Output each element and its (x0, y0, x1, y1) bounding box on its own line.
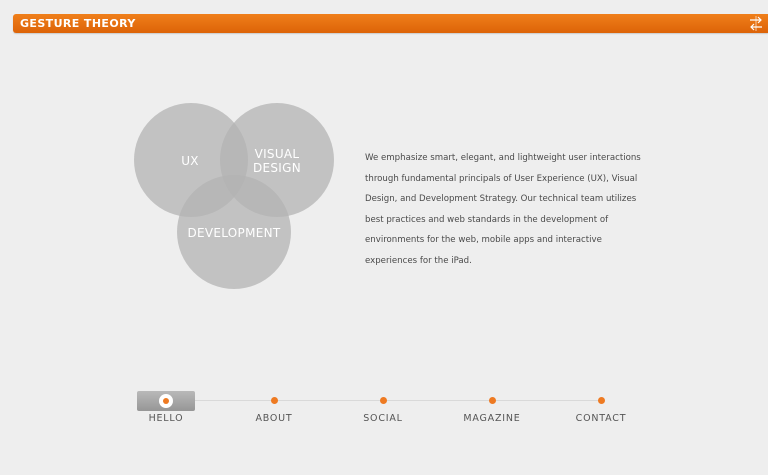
venn-label-ux: UX (181, 154, 199, 168)
venn-label-visual: VISUAL (255, 147, 300, 161)
intro-paragraph: We emphasize smart, elegant, and lightwe… (365, 153, 641, 266)
nav-item-about[interactable]: ABOUT (219, 392, 329, 432)
nav-item-social[interactable]: SOCIAL (328, 392, 438, 432)
nav-label-about: ABOUT (255, 413, 293, 424)
venn-label-development: DEVELOPMENT (187, 226, 280, 240)
nav-label-hello: HELLO (148, 413, 184, 424)
nav-dot (597, 397, 605, 404)
venn-label-design: DESIGN (253, 161, 301, 175)
nav-item-contact[interactable]: CONTACT (546, 392, 656, 432)
nav-item-magazine[interactable]: MAGAZINE (437, 392, 547, 432)
nav-label-contact: CONTACT (575, 413, 627, 424)
active-indicator-dot (163, 398, 169, 404)
nav-label-social: SOCIAL (363, 413, 403, 424)
nav-label-magazine: MAGAZINE (463, 413, 521, 424)
nav-dot (379, 397, 387, 404)
nav-dot (270, 397, 278, 404)
nav-dot (488, 397, 496, 404)
